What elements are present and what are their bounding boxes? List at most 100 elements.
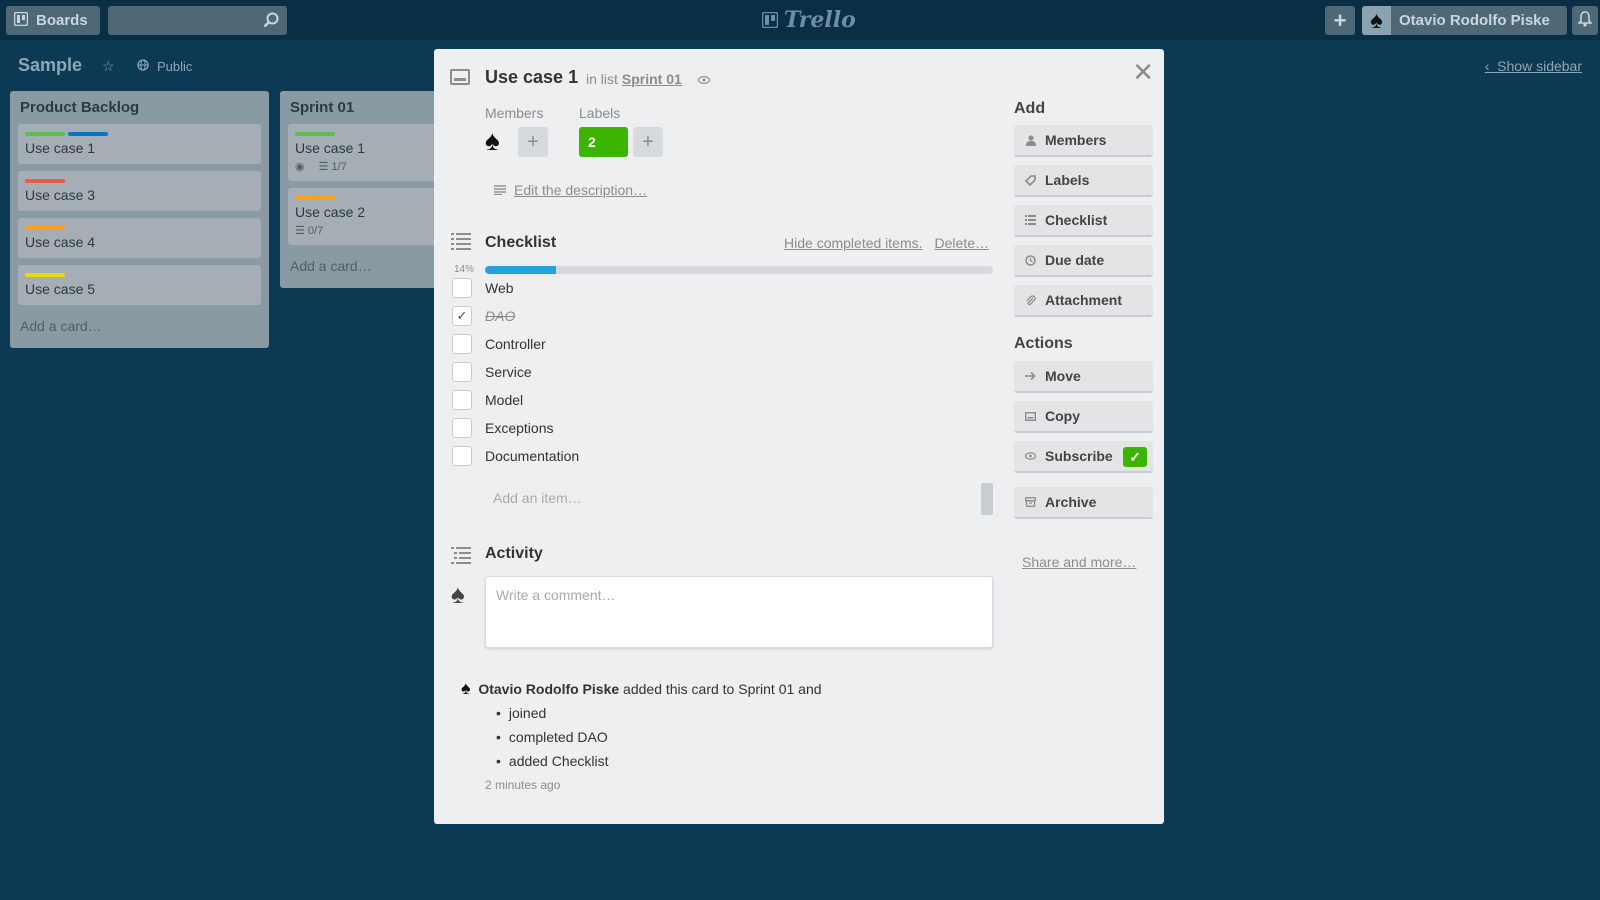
activity-time[interactable]: 2 minutes ago <box>485 778 560 792</box>
add-due-date-button[interactable]: Due date <box>1014 245 1153 277</box>
activity-detail: joined <box>496 701 609 725</box>
checklist-item[interactable]: Service <box>452 359 532 385</box>
activity-detail: completed DAO <box>496 725 609 749</box>
paperclip-icon <box>1025 294 1036 306</box>
bell-icon <box>1577 10 1593 31</box>
card-title: Use case 4 <box>25 234 96 250</box>
card-title: Use case 3 <box>25 187 96 203</box>
add-card-link[interactable]: Add a card… <box>18 312 261 342</box>
activity-user[interactable]: Otavio Rodolfo Piske <box>478 681 619 697</box>
card-title: Use case 5 <box>25 281 96 297</box>
activity-text: added this card to Sprint 01 and <box>623 681 822 697</box>
member-avatar[interactable]: ♠ <box>485 125 500 157</box>
search-input[interactable] <box>108 6 287 35</box>
checkbox[interactable] <box>452 278 472 298</box>
checkbox[interactable] <box>452 362 472 382</box>
activity-entry: ♠ Otavio Rodolfo Piske added this card t… <box>461 678 822 699</box>
trello-logo: Trello <box>762 7 856 33</box>
notifications-button[interactable] <box>1572 6 1598 35</box>
top-bar: Boards Trello + ♠ Otavio Rodolfo Piske <box>0 0 1600 40</box>
card-title: Use case 1 <box>25 140 96 156</box>
share-and-more-link[interactable]: Share and more… <box>1022 554 1136 570</box>
show-sidebar-link[interactable]: ‹ Show sidebar <box>1485 58 1582 74</box>
checklist-badge: ☰ 0/7 <box>295 225 324 237</box>
checkbox[interactable] <box>452 334 472 354</box>
members-heading: Members <box>485 105 544 121</box>
checklist-item[interactable]: Documentation <box>452 443 579 469</box>
list-card[interactable]: Use case 5 <box>18 265 261 305</box>
checklist-item[interactable]: ✓ DAO <box>452 303 515 329</box>
activity-detail: added Checklist <box>496 749 609 773</box>
checklist-actions: Hide completed items. Delete… <box>784 235 989 251</box>
add-attachment-button[interactable]: Attachment <box>1014 285 1153 317</box>
list-product-backlog: Product Backlog Use case 1 Use case 3 Us… <box>10 91 269 348</box>
subscribed-check-icon: ✓ <box>1123 447 1147 467</box>
activity-details: joined completed DAO added Checklist <box>496 701 609 773</box>
description-icon <box>494 182 506 198</box>
checkbox[interactable] <box>452 446 472 466</box>
edit-description-link[interactable]: Edit the description… <box>494 182 647 198</box>
boards-button[interactable]: Boards <box>6 6 100 35</box>
logo-text: Trello <box>784 7 856 33</box>
clock-icon <box>1025 254 1036 266</box>
checklist-item[interactable]: Web <box>452 275 514 301</box>
create-button[interactable]: + <box>1325 6 1355 35</box>
list-card[interactable]: Use case 3 <box>18 171 261 211</box>
in-list-prefix: in list <box>586 71 618 87</box>
edit-description-text: Edit the description… <box>514 182 648 198</box>
archive-button[interactable]: Archive <box>1014 487 1153 519</box>
checklist-item[interactable]: Exceptions <box>452 415 553 441</box>
boards-icon <box>13 11 29 30</box>
user-avatar: ♠ <box>1362 6 1391 35</box>
actions-heading: Actions <box>1014 335 1073 352</box>
checklist-item[interactable]: Model <box>452 387 523 413</box>
delete-checklist-link[interactable]: Delete… <box>935 235 989 251</box>
list-card[interactable]: Use case 4 <box>18 218 261 258</box>
checklist-item[interactable]: Controller <box>452 331 546 357</box>
list-card[interactable]: Use case 1 <box>18 124 261 164</box>
checklist-badge: ☰ 1/7 <box>318 161 347 173</box>
subscribe-button[interactable]: Subscribe ✓ <box>1014 441 1153 473</box>
board-title[interactable]: Sample <box>18 55 82 76</box>
add-checklist-item-input[interactable]: Add an item… <box>493 490 582 506</box>
user-name: Otavio Rodolfo Piske <box>1399 12 1550 29</box>
eye-icon <box>697 71 710 87</box>
list-link[interactable]: Sprint 01 <box>622 71 682 87</box>
checkbox[interactable] <box>452 418 472 438</box>
comment-input[interactable]: Write a comment… <box>485 576 993 648</box>
add-label-button[interactable]: + <box>633 127 663 157</box>
checklist-progress-bar <box>485 266 993 274</box>
move-button[interactable]: Move <box>1014 361 1153 393</box>
card-icon <box>450 69 470 90</box>
watch-icon: ◉ <box>295 161 305 173</box>
visibility-label: Public <box>157 59 193 74</box>
list-title: Product Backlog <box>20 99 140 116</box>
tag-icon <box>1025 174 1036 186</box>
star-icon[interactable]: ☆ <box>102 58 115 75</box>
activity-avatar: ♠ <box>461 678 471 698</box>
close-icon[interactable]: ✕ <box>1132 57 1154 88</box>
plus-icon: + <box>1333 7 1347 33</box>
search-icon[interactable] <box>263 12 279 33</box>
hide-completed-link[interactable]: Hide completed items. <box>784 235 923 251</box>
card-title-heading[interactable]: Use case 1 <box>485 67 578 88</box>
add-checklist-button[interactable]: Checklist <box>1014 205 1153 237</box>
checklist-title[interactable]: Checklist <box>485 234 556 252</box>
checklist-icon <box>451 232 471 255</box>
checkbox-checked[interactable]: ✓ <box>452 306 472 326</box>
card-label[interactable]: 2 <box>579 127 628 157</box>
scrollbar[interactable] <box>981 483 993 515</box>
globe-icon <box>137 59 149 74</box>
add-members-button[interactable]: Members <box>1014 125 1153 157</box>
add-labels-button[interactable]: Labels <box>1014 165 1153 197</box>
person-icon <box>1025 134 1036 146</box>
activity-title: Activity <box>485 545 543 562</box>
commenter-avatar: ♠ <box>451 579 465 609</box>
copy-button[interactable]: Copy <box>1014 401 1153 433</box>
boards-label: Boards <box>36 12 88 29</box>
user-menu-button[interactable]: ♠ Otavio Rodolfo Piske <box>1362 6 1567 35</box>
visibility-button[interactable]: Public <box>137 59 192 74</box>
progress-fill <box>485 266 557 274</box>
checkbox[interactable] <box>452 390 472 410</box>
add-member-button[interactable]: + <box>518 127 548 157</box>
